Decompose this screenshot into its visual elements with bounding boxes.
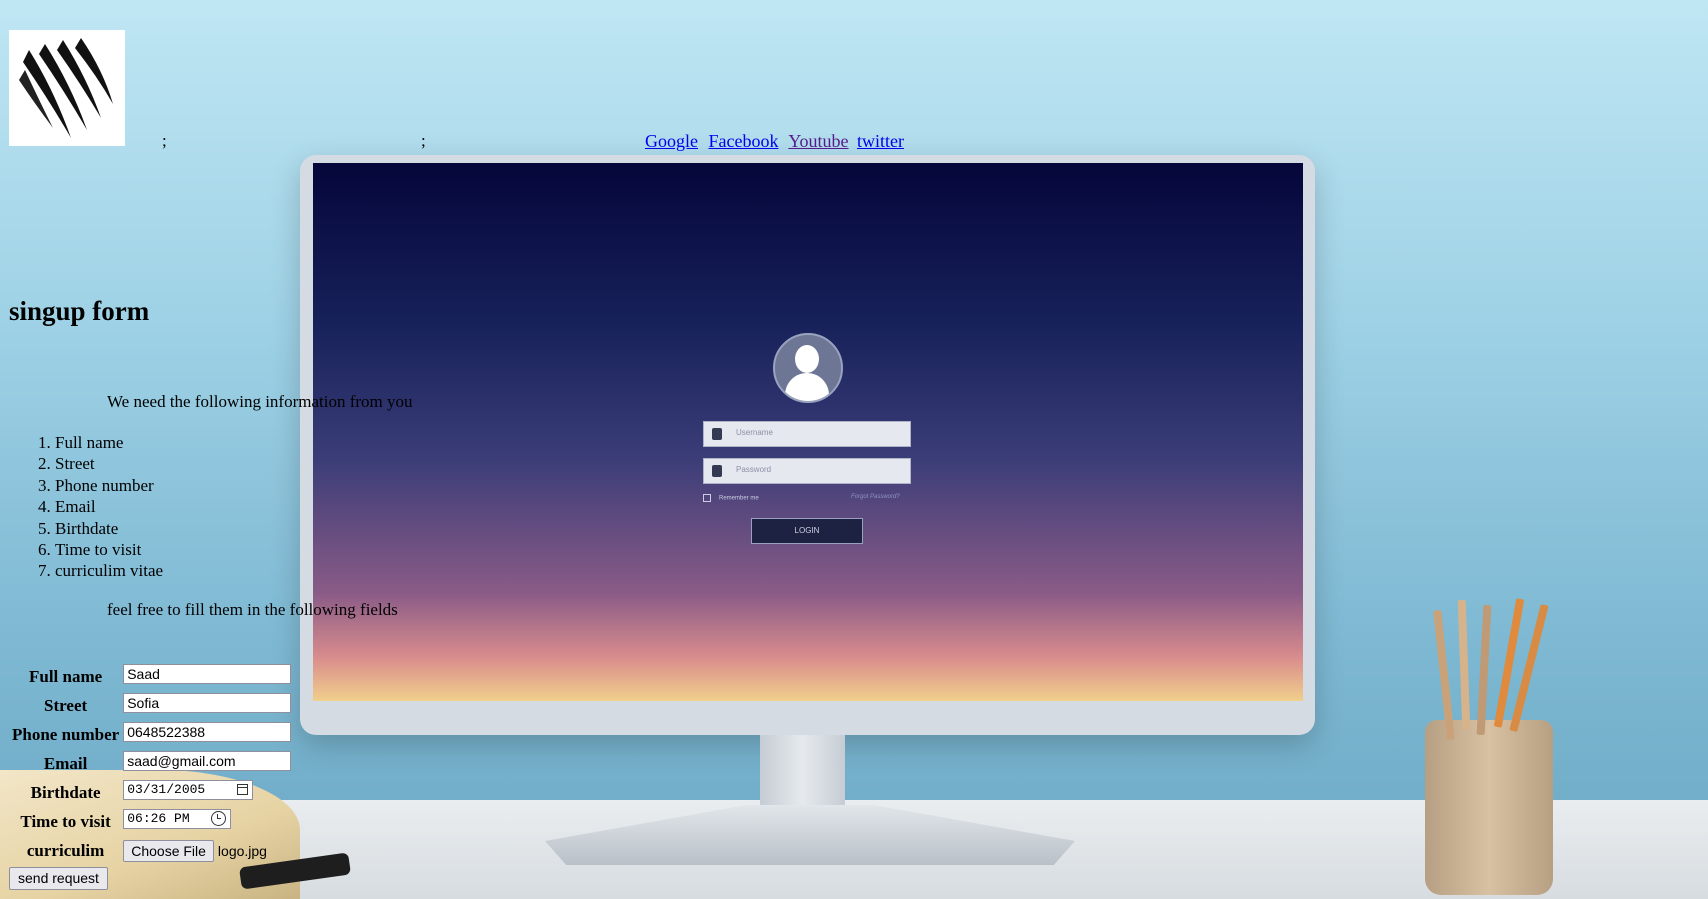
checkbox-icon [703,494,711,502]
list-item: Full name [55,432,163,453]
full-name-label: Full name [29,666,103,686]
required-fields-list: Full name Street Phone number Email Birt… [15,432,163,582]
nav-link-twitter[interactable]: twitter [857,131,904,151]
screen-password-field: Password [703,458,911,484]
form-row-full-name: Full name Saad [11,663,292,690]
screen-password-placeholder: Password [736,465,772,474]
form-row-time: Time to visit 06:26 PM [11,808,292,835]
background-pencil-cup [1425,720,1553,895]
selected-file-name: logo.jpg [217,842,267,859]
calendar-icon[interactable] [237,784,249,795]
birthdate-value: 03/31/2005 [127,782,206,797]
street-input[interactable]: Sofia [123,693,292,713]
phone-input[interactable]: 0648522388 [123,722,292,742]
background-monitor-neck [760,735,845,815]
form-row-curriculum: curriculim Choose File logo.jpg [11,837,292,864]
nav-link-google[interactable]: Google [645,131,698,151]
social-links-nav: Google Facebook Youtube twitter [645,131,910,152]
phone-label: Phone number [12,724,120,744]
claw-marks-logo-icon [19,38,113,138]
screen-forgot-password: Forgot Password? [851,494,900,500]
user-avatar-icon [773,333,843,403]
street-label: Street [44,695,88,715]
form-row-street: Street Sofia [11,692,292,719]
page-title: singup form [9,296,150,326]
full-name-input[interactable]: Saad [123,664,292,684]
nav-separator: ; [162,131,167,150]
user-icon [712,428,722,440]
send-request-button[interactable]: send request [9,867,108,890]
background-pencil [1457,599,1471,731]
background-pencil [1476,604,1492,736]
time-input[interactable]: 06:26 PM [123,809,232,829]
list-item: Phone number [55,475,163,496]
logo [9,30,125,146]
list-item: Street [55,453,163,474]
lock-icon [712,465,722,477]
clock-icon[interactable] [211,811,227,826]
screen-username-field: Username [703,421,911,447]
list-item: Birthdate [55,518,163,539]
list-item: Time to visit [55,539,163,560]
form-row-phone: Phone number 0648522388 [11,721,292,748]
nav-link-facebook[interactable]: Facebook [709,131,779,151]
screen-remember-me: Remember me [703,494,759,502]
list-item: Email [55,496,163,517]
intro-text: We need the following information from y… [107,392,413,411]
form-row-birthdate: Birthdate 03/31/2005 [11,779,292,806]
nav-link-youtube[interactable]: Youtube [788,131,848,151]
birthdate-label: Birthdate [30,782,101,802]
time-to-visit-label: Time to visit [20,811,111,831]
outro-text: feel free to fill them in the following … [107,600,398,619]
nav-separator: ; [421,131,426,150]
list-item: curriculim vitae [55,560,163,581]
signup-form: Full name Saad Street Sofia Phone number… [9,661,294,866]
background-monitor-screen: Username Password Remember me Forgot Pas… [313,163,1303,701]
choose-file-button[interactable]: Choose File [123,839,214,862]
email-label: Email [43,753,88,773]
email-input[interactable]: saad@gmail.com [123,751,292,771]
screen-username-placeholder: Username [736,428,773,437]
screen-login-button: LOGIN [751,518,863,544]
time-value: 06:26 PM [127,811,190,826]
birthdate-input[interactable]: 03/31/2005 [123,780,254,800]
screen-remember-label: Remember me [719,495,759,502]
form-row-email: Email saad@gmail.com [11,750,292,777]
curriculum-label: curriculim [26,840,105,860]
